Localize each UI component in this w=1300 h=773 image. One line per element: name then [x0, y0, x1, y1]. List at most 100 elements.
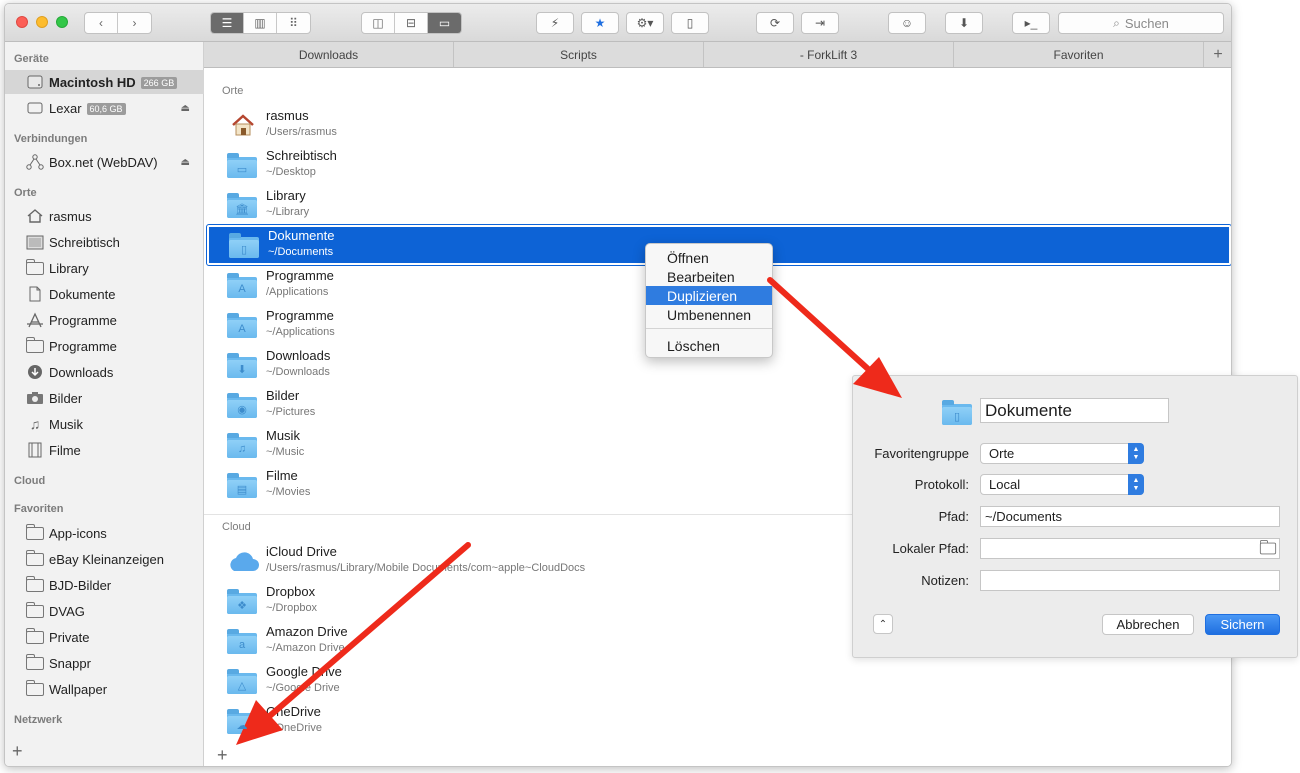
menu-item-edit[interactable]: Bearbeiten	[646, 267, 772, 286]
sidebar-item-ebay-kleinanzeigen[interactable]: eBay Kleinanzeigen	[5, 547, 204, 571]
sidebar-item-rasmus[interactable]: rasmus	[5, 204, 204, 228]
list-item[interactable]: ▭ Schreibtisch ~/Desktop	[204, 145, 1231, 185]
list-item[interactable]: △ Google Drive ~/Google Drive	[204, 661, 1231, 701]
terminal-button[interactable]: ▸_	[1012, 12, 1050, 34]
eject-icon[interactable]: ⏏	[181, 103, 190, 114]
sidebar-item-macintosh-hd[interactable]: Macintosh HD 266 GB	[5, 70, 204, 94]
menu-item-rename[interactable]: Umbenennen	[646, 305, 772, 324]
view-mode-control: ☰ ▥ ⠿	[210, 12, 311, 34]
new-tab-button[interactable]: +	[1204, 42, 1231, 67]
sidebar-item-label: Wallpaper	[49, 681, 108, 697]
folder-icon	[25, 601, 45, 620]
sidebar-section-devices: Geräte	[14, 53, 49, 65]
sidebar-item-snappr[interactable]: Snappr	[5, 651, 204, 675]
library-folder-icon: 🏛	[226, 191, 258, 219]
notes-field[interactable]	[980, 570, 1280, 591]
folder-icon	[25, 653, 45, 672]
sidebar-item-app-icons[interactable]: App-icons	[5, 521, 204, 545]
forward-button[interactable]: ›	[118, 13, 151, 33]
sidebar-item-downloads[interactable]: Downloads	[5, 360, 204, 384]
transfers-button[interactable]: ⬇	[945, 12, 983, 34]
save-button[interactable]: Sichern	[1205, 614, 1280, 635]
sidebar-item-schreibtisch[interactable]: Schreibtisch	[5, 230, 204, 254]
download-circle-icon: ⬇	[958, 16, 970, 30]
local-path-field[interactable]	[980, 538, 1280, 559]
sidebar-item-box-net[interactable]: Box.net (WebDAV) ⏏	[5, 150, 204, 174]
list-view-button[interactable]: ☰	[211, 13, 244, 33]
menu-item-duplicate[interactable]: Duplizieren	[646, 286, 772, 305]
eject-icon[interactable]: ⏏	[181, 157, 190, 168]
sidebar-item-wallpaper[interactable]: Wallpaper	[5, 677, 204, 701]
sidebar-item-label: Musik	[49, 416, 83, 432]
column-view-button[interactable]: ▥	[244, 13, 277, 33]
pane-layout-control: ◫ ⊟ ▭	[361, 12, 462, 34]
chevron-left-icon: ‹	[99, 16, 103, 30]
network-node-icon	[25, 153, 45, 171]
minimize-window-button[interactable]	[36, 16, 48, 28]
external-disk-icon	[25, 99, 45, 117]
favorite-name-field[interactable]: Dokumente	[980, 398, 1169, 423]
sidebar-item-label: Downloads	[49, 364, 114, 380]
sidebar-item-programme-user[interactable]: Programme	[5, 334, 204, 358]
zoom-window-button[interactable]	[56, 16, 68, 28]
sidebar-item-library[interactable]: Library	[5, 256, 204, 280]
get-info-button[interactable]: ▯	[671, 12, 709, 34]
toolbar: ‹ › ☰ ▥ ⠿ ◫ ⊟ ▭ ⚡ ★ ⚙▾ ▯ ⟳ ⇥ ☺ ⬇ ▸_ ⌕ Su…	[5, 4, 1231, 42]
sidebar-item-lexar[interactable]: Lexar 60,6 GB ⏏	[5, 96, 204, 120]
single-pane-icon: ▭	[438, 16, 451, 30]
favorites-button[interactable]: ★	[581, 12, 619, 34]
action-menu-button[interactable]: ⚙▾	[626, 12, 664, 34]
folder-browse-icon[interactable]	[1259, 539, 1277, 555]
sidebar-item-filme[interactable]: Filme	[5, 438, 204, 462]
sidebar: Geräte Macintosh HD 266 GB Lexar 60,6 GB ⏏…	[5, 42, 204, 766]
desktop-icon	[25, 233, 45, 251]
tab-downloads[interactable]: Downloads	[204, 42, 454, 67]
sync-button[interactable]: ⟳	[756, 12, 794, 34]
lightning-icon: ⚡	[550, 16, 560, 30]
tab-favoriten[interactable]: Favoriten	[954, 42, 1204, 67]
cancel-button[interactable]: Abbrechen	[1102, 614, 1194, 635]
folder-icon	[25, 523, 45, 542]
sidebar-item-musik[interactable]: ♫ Musik	[5, 412, 204, 436]
sidebar-add-button[interactable]: +	[12, 741, 23, 762]
add-favorite-button[interactable]: +	[217, 745, 228, 766]
sidebar-item-label: Lexar 60,6 GB	[49, 101, 126, 116]
tab-forklift[interactable]: - ForkLift 3	[704, 42, 954, 67]
menu-item-open[interactable]: Öffnen	[646, 248, 772, 267]
sidebar-item-label: Library	[49, 260, 89, 276]
sidebar-item-private[interactable]: Private	[5, 625, 204, 649]
menu-item-delete[interactable]: Löschen	[646, 336, 772, 355]
music-icon: ♫	[29, 416, 41, 432]
disclosure-button[interactable]: ⌃	[873, 614, 893, 634]
sidebar-item-bilder[interactable]: Bilder	[5, 386, 204, 410]
compare-button[interactable]: ⇥	[801, 12, 839, 34]
list-item[interactable]: rasmus /Users/rasmus	[204, 105, 1231, 145]
single-pane-button[interactable]: ▭	[428, 13, 461, 33]
sidebar-item-dvag[interactable]: DVAG	[5, 599, 204, 623]
document-icon: ▯	[686, 16, 694, 30]
tab-scripts[interactable]: Scripts	[454, 42, 704, 67]
film-icon	[25, 441, 45, 459]
search-field[interactable]: ⌕ Suchen	[1058, 12, 1224, 34]
list-item[interactable]: ☁ OneDrive ~/OneDrive	[204, 701, 1231, 741]
quick-actions-button[interactable]: ⚡	[536, 12, 574, 34]
emoji-button[interactable]: ☺	[888, 12, 926, 34]
sidebar-item-dokumente[interactable]: Dokumente	[5, 282, 204, 306]
close-window-button[interactable]	[16, 16, 28, 28]
back-button[interactable]: ‹	[85, 13, 118, 33]
path-field[interactable]: ~/Documents	[980, 506, 1280, 527]
protocol-select[interactable]: Local ▲ ▼	[980, 474, 1144, 495]
split-horizontal-button[interactable]: ⊟	[395, 13, 428, 33]
sidebar-item-label: BJD-Bilder	[49, 577, 112, 593]
group-select[interactable]: Orte ▲ ▼	[980, 443, 1144, 464]
dropbox-folder-icon: ❖	[226, 587, 258, 615]
sidebar-item-programme[interactable]: Programme	[5, 308, 204, 332]
dual-pane-button[interactable]: ◫	[362, 13, 395, 33]
sidebar-item-bjd-bilder[interactable]: BJD-Bilder	[5, 573, 204, 597]
icon-view-button[interactable]: ⠿	[277, 13, 310, 33]
list-icon: ☰	[221, 16, 233, 30]
list-item[interactable]: 🏛 Library ~/Library	[204, 185, 1231, 225]
home-icon	[25, 207, 45, 225]
search-placeholder: Suchen	[1124, 15, 1169, 31]
capacity-badge: 60,6 GB	[86, 103, 126, 116]
